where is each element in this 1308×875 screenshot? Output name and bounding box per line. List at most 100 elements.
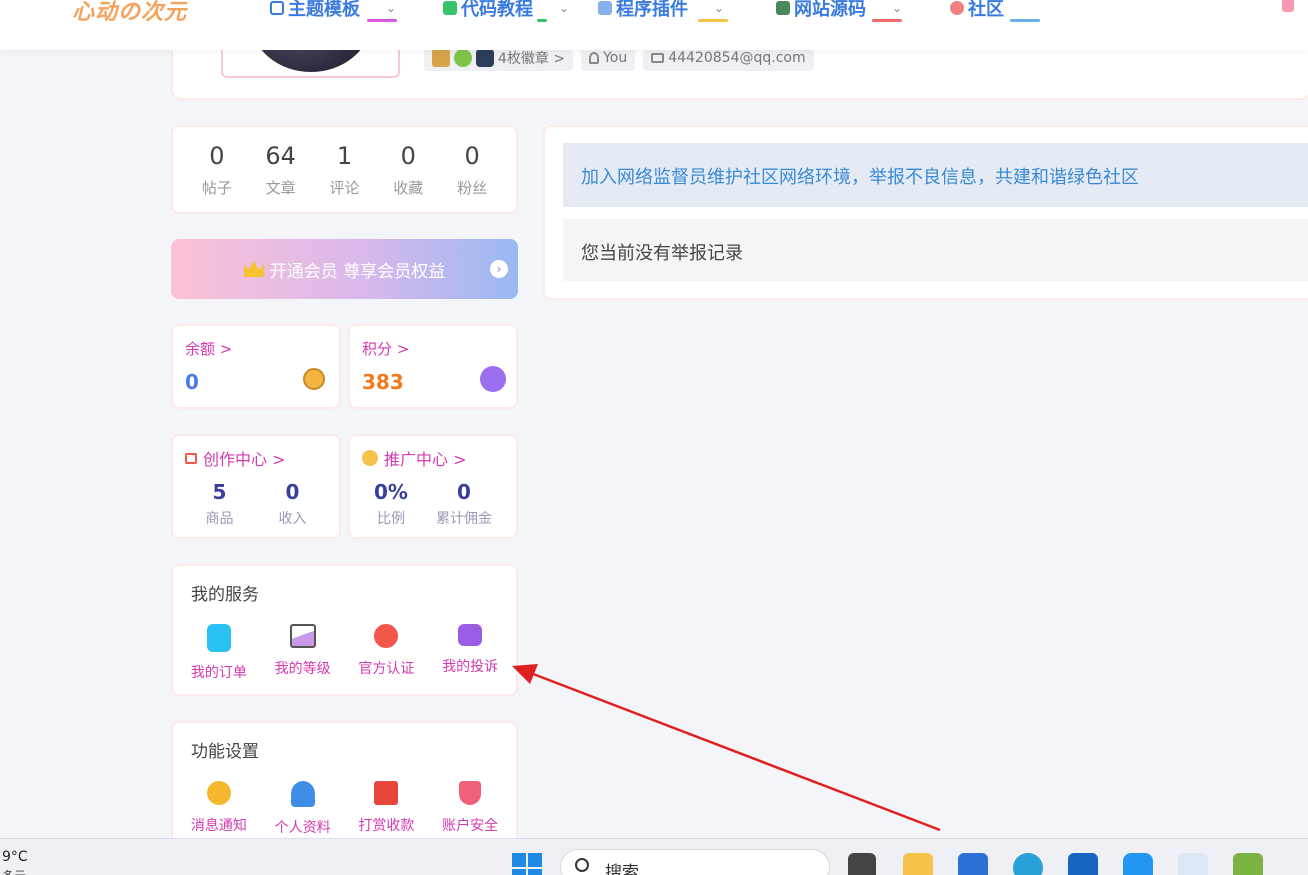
points-title[interactable]: 积分 > — [362, 338, 409, 359]
services-grid: 我的订单 我的等级 官方认证 我的投诉 — [173, 624, 516, 682]
promotion-ratio: 0% 比例 — [374, 480, 408, 528]
creator-stats: 5 商品 0 收入 — [173, 480, 339, 528]
nav-item-plugins[interactable]: 程序插件 ⌄ — [598, 0, 728, 22]
lock-icon[interactable] — [1282, 0, 1294, 12]
shield-badge-icon — [454, 49, 472, 67]
nav-item-community[interactable]: 社区 — [950, 0, 1040, 22]
official-verification-button[interactable]: 官方认证 — [346, 624, 426, 682]
service-label: 官方认证 — [358, 661, 415, 677]
balance-value: 0 — [185, 370, 199, 394]
nav-item-label: 主题模板 — [288, 0, 360, 20]
chevron-down-icon: ⌄ — [892, 1, 903, 15]
stat-articles[interactable]: 64 文章 — [250, 127, 312, 212]
balance-title[interactable]: 余额 > — [185, 338, 232, 359]
outlook-icon[interactable] — [1068, 853, 1098, 875]
stat-value: 0% — [374, 480, 408, 504]
task-view-icon[interactable] — [848, 853, 876, 875]
nav-item-label: 代码教程 — [461, 0, 533, 20]
creator-center-title[interactable]: 创作中心 > — [185, 446, 286, 470]
stat-label: 帖子 — [201, 179, 232, 197]
stat-value: 1 — [336, 142, 353, 170]
search-icon — [575, 858, 589, 872]
setting-label: 账户安全 — [442, 818, 499, 834]
points-value: 383 — [362, 370, 404, 394]
search-label: 搜索 — [605, 863, 639, 875]
browser-active-icon[interactable] — [1178, 853, 1208, 875]
profile-settings-button[interactable]: 个人资料 — [263, 781, 343, 837]
stat-label: 收入 — [278, 511, 307, 527]
tips-payment-button[interactable]: 打赏收款 — [346, 781, 426, 837]
weather-description: 多云 — [2, 867, 26, 875]
chart-icon — [289, 624, 316, 648]
weather-temperature[interactable]: 9°C — [2, 849, 28, 865]
notepad-app-icon[interactable] — [1233, 853, 1263, 875]
notifications-button[interactable]: 消息通知 — [179, 781, 259, 837]
account-security-button[interactable]: 账户安全 — [430, 781, 510, 837]
top-navigation: 心动の次元 主题模板 ⌄ 代码教程 ⌄ 程序插件 ⌄ 网站源码 ⌄ 社区 — [0, 0, 1308, 50]
creator-center-card[interactable]: 创作中心 > 5 商品 0 收入 — [171, 434, 341, 539]
balance-card[interactable]: 余额 > 0 — [171, 324, 341, 409]
stat-value: 0 — [457, 480, 471, 504]
code-icon — [443, 1, 457, 15]
user-stats-card: 0 帖子 64 文章 1 评论 0 收藏 0 粉丝 — [171, 125, 518, 214]
service-label: 我的投诉 — [442, 659, 499, 675]
setting-label: 消息通知 — [190, 818, 247, 834]
stat-label: 粉丝 — [457, 179, 488, 197]
windows-start-icon[interactable] — [512, 853, 542, 875]
stat-value: 0 — [464, 142, 480, 170]
setting-label: 个人资料 — [274, 820, 331, 836]
taskbar-search[interactable]: 搜索 — [560, 849, 830, 875]
promotion-center-title[interactable]: 推广中心 > — [362, 446, 467, 470]
nav-item-theme-templates[interactable]: 主题模板 ⌄ — [270, 0, 397, 22]
my-orders-button[interactable]: 我的订单 — [179, 624, 259, 682]
money-bag-icon — [362, 450, 378, 466]
stat-label: 累计佣金 — [435, 511, 492, 527]
edge-browser-icon[interactable] — [1013, 853, 1043, 875]
service-label: 我的订单 — [190, 665, 247, 681]
file-explorer-icon[interactable] — [903, 853, 933, 875]
empty-report-message: 您当前没有举报记录 — [563, 219, 1308, 281]
service-label: 我的等级 — [274, 661, 331, 677]
promotion-commission: 0 累计佣金 — [436, 480, 492, 528]
chevron-down-icon: ⌄ — [386, 1, 397, 15]
stat-value: 5 — [212, 480, 227, 504]
vip-membership-button[interactable]: 开通会员 尊享会员权益 › — [171, 239, 518, 299]
stat-posts[interactable]: 0 帖子 — [186, 127, 248, 212]
settings-grid: 消息通知 个人资料 打赏收款 账户安全 — [173, 781, 516, 837]
my-level-button[interactable]: 我的等级 — [263, 624, 343, 682]
windows-taskbar: 9°C 多云 搜索 — [0, 838, 1308, 875]
monitor-icon — [776, 1, 790, 15]
stat-value: 0 — [209, 142, 225, 170]
z-badge-icon — [476, 49, 494, 67]
chat-icon — [206, 781, 231, 805]
site-logo[interactable]: 心动の次元 — [72, 0, 187, 26]
stat-comments[interactable]: 1 评论 — [313, 127, 375, 212]
chevron-down-icon: ⌄ — [714, 1, 725, 15]
plugin-icon — [598, 1, 612, 15]
promotion-center-card[interactable]: 推广中心 > 0% 比例 0 累计佣金 — [348, 434, 518, 539]
nav-item-label: 网站源码 — [794, 0, 866, 20]
shield-icon — [459, 781, 482, 805]
stat-label: 商品 — [205, 511, 234, 527]
medal-icon — [432, 49, 450, 67]
user-icon — [589, 52, 600, 64]
stat-favorites[interactable]: 0 收藏 — [377, 127, 439, 212]
stat-label: 比例 — [376, 511, 405, 527]
username: You — [603, 50, 628, 66]
stat-followers[interactable]: 0 粉丝 — [441, 127, 503, 212]
supervisor-notice-link[interactable]: 加入网络监督员维护社区网络环境，举报不良信息，共建和谐绿色社区 — [563, 143, 1308, 207]
k-app-icon[interactable] — [1123, 853, 1153, 875]
vip-label: 开通会员 尊享会员权益 — [269, 261, 446, 282]
stat-value: 0 — [400, 142, 416, 170]
store-icon[interactable] — [958, 853, 988, 875]
my-complaints-button[interactable]: 我的投诉 — [430, 624, 510, 682]
nav-item-source-code[interactable]: 网站源码 ⌄ — [776, 0, 903, 22]
points-card[interactable]: 积分 > 383 — [348, 324, 518, 409]
my-services-card: 我的服务 我的订单 我的等级 官方认证 我的投诉 — [171, 564, 518, 696]
template-icon — [270, 1, 284, 15]
inbox-icon — [458, 624, 483, 646]
creator-products: 5 商品 — [206, 480, 234, 528]
function-settings-title: 功能设置 — [191, 742, 259, 762]
nav-item-code-tutorials[interactable]: 代码教程 ⌄ — [443, 0, 569, 22]
nav-item-label: 社区 — [968, 0, 1004, 20]
